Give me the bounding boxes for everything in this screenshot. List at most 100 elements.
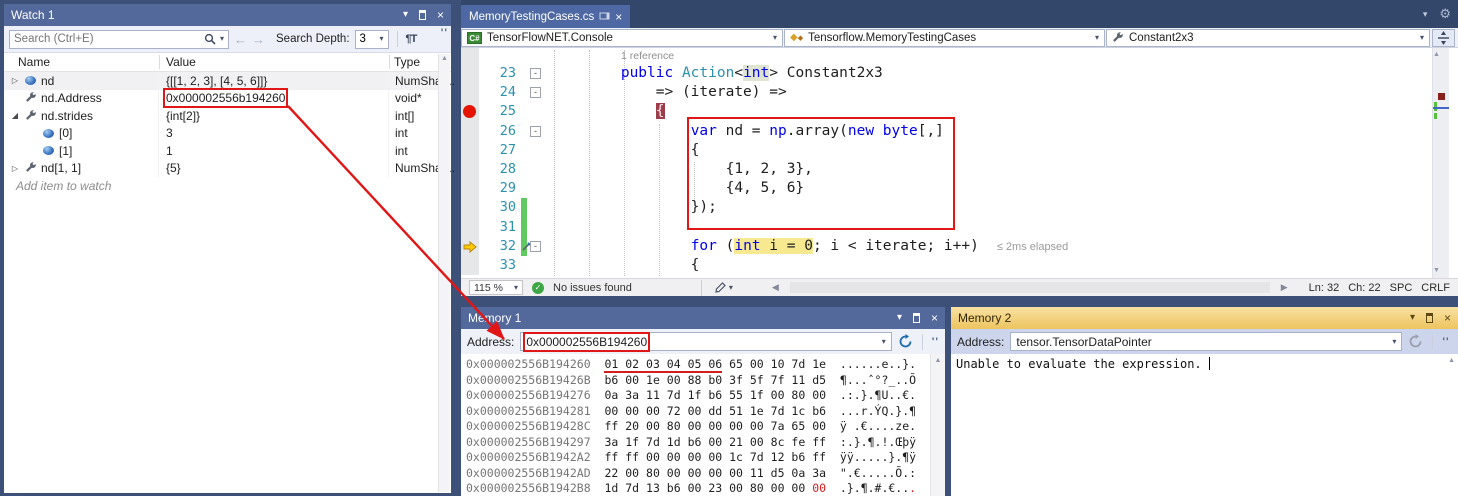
fold-margin[interactable]: - bbox=[527, 83, 545, 102]
watch-titlebar[interactable]: Watch 1 ▾ × bbox=[4, 4, 451, 26]
fold-margin[interactable] bbox=[527, 160, 545, 179]
chevron-down-icon[interactable]: ▾ bbox=[1392, 338, 1396, 346]
code-line[interactable]: 24- => (iterate) => bbox=[461, 83, 1432, 102]
fold-margin[interactable] bbox=[527, 218, 545, 237]
memory-row[interactable]: 0x000002556B194276 0a 3a 11 7d 1f b6 55 … bbox=[466, 388, 930, 404]
code-line[interactable]: 30 }); bbox=[461, 198, 1432, 217]
code-line[interactable]: 27 { bbox=[461, 141, 1432, 160]
issues-status[interactable]: No issues found bbox=[553, 282, 632, 294]
scroll-up-icon[interactable]: ▲ bbox=[1433, 50, 1449, 60]
column-header-value[interactable]: Value bbox=[166, 55, 196, 69]
scroll-up-icon[interactable]: ▲ bbox=[1448, 357, 1455, 364]
fold-margin[interactable] bbox=[527, 102, 545, 121]
collapsed-expander-icon[interactable]: ▷ bbox=[10, 164, 20, 173]
refresh-icon[interactable] bbox=[898, 334, 913, 349]
forward-arrow-icon[interactable]: → bbox=[252, 33, 265, 46]
horizontal-scrollbar[interactable] bbox=[790, 282, 1270, 293]
memory-row[interactable]: 0x000002556B194260 01 02 03 04 05 06 65 … bbox=[466, 357, 930, 373]
breakpoint-margin[interactable] bbox=[461, 179, 479, 198]
breakpoint-icon[interactable] bbox=[463, 105, 476, 118]
code-cleanup-button[interactable]: ▾ bbox=[714, 282, 733, 294]
code-line-text[interactable]: { bbox=[545, 141, 1432, 160]
tab-memorytestingcases[interactable]: MemoryTestingCases.cs × bbox=[461, 5, 630, 28]
fold-margin[interactable] bbox=[527, 141, 545, 160]
code-line-text[interactable]: => (iterate) => bbox=[545, 83, 1432, 102]
memory-row[interactable]: 0x000002556B19426B b6 00 1e 00 88 b0 3f … bbox=[466, 373, 930, 389]
column-indicator[interactable]: Ch: 22 bbox=[1348, 282, 1380, 294]
pin-icon[interactable] bbox=[419, 9, 426, 22]
search-icon[interactable] bbox=[204, 33, 216, 45]
watch-row[interactable]: ▷nd[1, 1]{5}NumShar... bbox=[4, 160, 439, 178]
code-line[interactable]: 28 {1, 2, 3}, bbox=[461, 160, 1432, 179]
search-input[interactable] bbox=[14, 33, 200, 45]
fold-margin[interactable] bbox=[527, 179, 545, 198]
code-line[interactable]: 26- var nd = np.array(new byte[,] bbox=[461, 122, 1432, 141]
code-line[interactable]: 29 {4, 5, 6} bbox=[461, 179, 1432, 198]
breakpoint-margin[interactable] bbox=[461, 256, 479, 275]
collapse-box-icon[interactable]: - bbox=[530, 68, 541, 79]
breakpoint-margin[interactable] bbox=[461, 160, 479, 179]
memory1-titlebar[interactable]: Memory 1 ▾ × bbox=[461, 307, 945, 329]
close-icon[interactable]: × bbox=[437, 9, 444, 21]
search-depth-select[interactable]: 3 ▾ bbox=[355, 30, 389, 49]
fold-margin[interactable] bbox=[527, 48, 545, 64]
memory2-titlebar[interactable]: Memory 2 ▾ × bbox=[951, 307, 1458, 329]
breakpoint-margin[interactable] bbox=[461, 83, 479, 102]
add-watch-row[interactable]: Add item to watch bbox=[4, 177, 451, 195]
toolbar-overflow-icon[interactable]: '' bbox=[932, 336, 939, 348]
code-line-text[interactable]: var nd = np.array(new byte[,] bbox=[545, 122, 1432, 141]
codelens-references[interactable]: 1 reference bbox=[545, 48, 1432, 64]
fold-margin[interactable] bbox=[527, 198, 545, 217]
search-dropdown-icon[interactable]: ▾ bbox=[220, 35, 224, 43]
editor-scrollbar[interactable]: ▲ ▼ bbox=[1432, 48, 1449, 278]
window-menu-icon[interactable]: ▾ bbox=[1410, 313, 1415, 323]
split-editor-button[interactable] bbox=[1432, 29, 1455, 47]
memory-row[interactable]: 0x000002556B1942B8 1d 7d 13 b6 00 23 00 … bbox=[466, 481, 930, 496]
memory1-hex-view[interactable]: 0x000002556B194260 01 02 03 04 05 06 65 … bbox=[461, 354, 930, 496]
breakpoint-margin[interactable] bbox=[461, 122, 479, 141]
code-line[interactable]: 33 { bbox=[461, 256, 1432, 275]
fold-margin[interactable]: - bbox=[527, 237, 545, 256]
toolbar-overflow-icon[interactable]: '' bbox=[1442, 336, 1449, 348]
code-editor[interactable]: 1 reference23- public Action<int> Consta… bbox=[461, 48, 1432, 278]
column-divider[interactable] bbox=[159, 55, 160, 69]
window-menu-icon[interactable]: ▾ bbox=[403, 10, 408, 20]
scroll-up-icon[interactable]: ▲ bbox=[931, 356, 945, 366]
memory-row[interactable]: 0x000002556B1942AD 22 00 80 00 00 00 00 … bbox=[466, 466, 930, 482]
tab-list-icon[interactable]: ▾ bbox=[1423, 10, 1428, 19]
scroll-down-icon[interactable]: ▼ bbox=[1433, 266, 1449, 276]
code-line[interactable]: 31 bbox=[461, 218, 1432, 237]
collapse-box-icon[interactable]: - bbox=[530, 87, 541, 98]
scroll-right-icon[interactable]: ▶ bbox=[1281, 282, 1288, 293]
breakpoint-margin[interactable] bbox=[461, 48, 479, 64]
memory-row[interactable]: 0x000002556B194281 00 00 00 72 00 dd 51 … bbox=[466, 404, 930, 420]
search-box[interactable]: ▾ bbox=[9, 30, 229, 49]
back-arrow-icon[interactable]: ← bbox=[234, 33, 247, 46]
collapsed-expander-icon[interactable]: ▷ bbox=[10, 76, 20, 85]
code-line[interactable]: 23- public Action<int> Constant2x3 bbox=[461, 64, 1432, 83]
collapse-box-icon[interactable]: - bbox=[530, 241, 541, 252]
scroll-left-icon[interactable]: ◀ bbox=[772, 282, 779, 293]
project-dropdown[interactable]: C# TensorFlowNET.Console ▾ bbox=[461, 29, 783, 47]
watch-row[interactable]: [1]1int bbox=[4, 142, 439, 160]
code-line-text[interactable]: { bbox=[545, 102, 1432, 121]
breakpoint-margin[interactable] bbox=[461, 237, 479, 256]
tab-close-icon[interactable]: × bbox=[615, 10, 622, 24]
toolbar-overflow-icon[interactable]: '' bbox=[441, 27, 448, 39]
member-dropdown[interactable]: Constant2x3 ▾ bbox=[1106, 29, 1430, 47]
fold-margin[interactable]: - bbox=[527, 64, 545, 83]
watch-row[interactable]: nd.Address0x000002556b194260void* bbox=[4, 90, 439, 108]
memory1-address-input[interactable]: 0x000002556B194260 ▾ bbox=[520, 332, 891, 351]
code-line-text[interactable]: public Action<int> Constant2x3 bbox=[545, 64, 1432, 83]
collapse-box-icon[interactable]: - bbox=[530, 126, 541, 137]
memory2-message-area[interactable]: Unable to evaluate the expression. bbox=[951, 354, 1458, 496]
expanded-expander-icon[interactable]: ◢ bbox=[10, 111, 20, 120]
codelens-row[interactable]: 1 reference bbox=[461, 48, 1432, 64]
memory2-address-input[interactable]: tensor.TensorDataPointer ▾ bbox=[1010, 332, 1402, 351]
watch-row[interactable]: [0]3int bbox=[4, 125, 439, 143]
column-header-name[interactable]: Name bbox=[18, 55, 50, 69]
gear-icon[interactable]: ⚙ bbox=[1439, 6, 1451, 22]
column-divider[interactable] bbox=[389, 55, 390, 69]
close-icon[interactable]: × bbox=[931, 312, 938, 324]
code-line-text[interactable]: for (int i = 0; i < iterate; i++)≤ 2ms e… bbox=[545, 237, 1432, 256]
